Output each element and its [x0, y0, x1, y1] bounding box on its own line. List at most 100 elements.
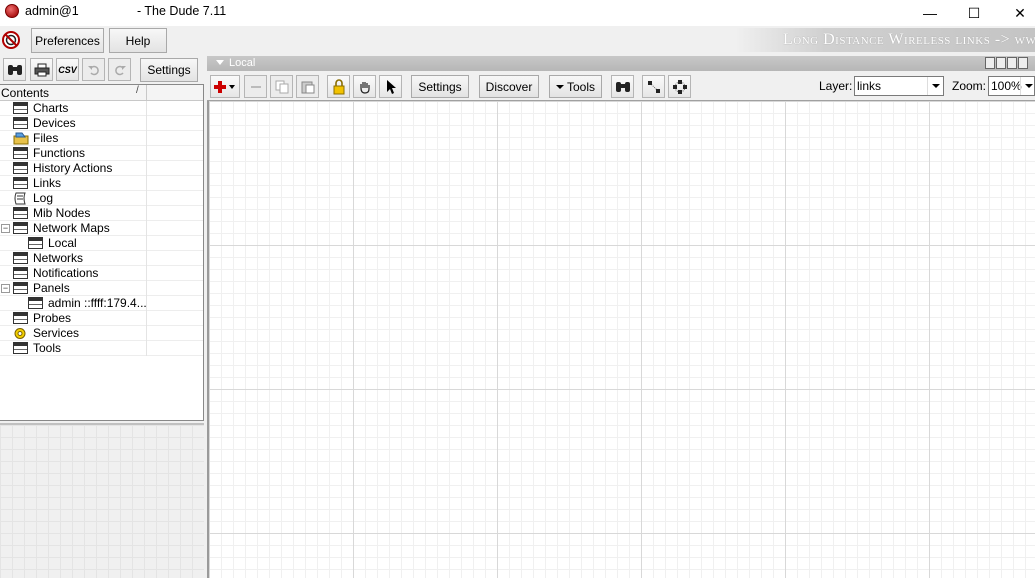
maximize-button[interactable]: ☐ — [951, 0, 997, 26]
contents-column-header[interactable]: Contents / — [0, 85, 203, 101]
log-icon — [13, 192, 28, 205]
layer-label: Layer: — [819, 79, 853, 93]
tree-item[interactable]: Local — [0, 236, 203, 251]
binoculars-icon — [615, 81, 630, 92]
layout-single-icon[interactable] — [985, 57, 995, 69]
select-button[interactable] — [379, 75, 402, 98]
title-bar: admin@1 - The Dude 7.11 — ☐ ✕ — [0, 0, 1035, 26]
column-divider[interactable] — [146, 85, 147, 101]
tree-item-label: Panels — [33, 281, 70, 295]
layout-split-vertical-icon[interactable] — [996, 57, 1006, 69]
tree-item[interactable]: Functions — [0, 146, 203, 161]
zoom-select-value: 100% — [991, 79, 1022, 93]
lock-icon — [333, 78, 344, 94]
collapse-toggle-icon[interactable]: − — [1, 284, 10, 293]
close-button[interactable]: ✕ — [997, 0, 1035, 26]
map-find-button[interactable] — [611, 75, 634, 98]
layer-select[interactable]: links — [854, 76, 944, 96]
app-logo-icon — [5, 4, 19, 18]
tree-item-label: Functions — [33, 146, 86, 160]
pan-button[interactable] — [353, 75, 376, 98]
auto-layout-button[interactable] — [668, 75, 691, 98]
banner-text: Long Distance Wireless links -> www — [783, 31, 1035, 48]
window-icon — [13, 342, 28, 354]
help-button[interactable]: Help — [109, 28, 167, 53]
tree-item[interactable]: Links — [0, 176, 203, 191]
tree-item-label: Network Maps — [33, 221, 110, 235]
tree-item[interactable]: Notifications — [0, 266, 203, 281]
tree-item[interactable]: History Actions — [0, 161, 203, 176]
minimize-icon: — — [923, 5, 937, 21]
redo-button[interactable] — [108, 58, 131, 81]
window-title-user: admin@1 — [25, 4, 79, 18]
maximize-icon: ☐ — [967, 4, 981, 21]
layer-select-value: links — [857, 79, 882, 93]
window-icon — [13, 117, 28, 129]
window-icon — [28, 297, 43, 309]
column-divider — [146, 311, 147, 326]
column-divider — [146, 281, 147, 296]
minimize-button[interactable]: — — [907, 0, 953, 26]
tree-item[interactable]: − Network Maps — [0, 221, 203, 236]
dropdown-arrow-icon — [555, 84, 564, 89]
tree-item[interactable]: Log — [0, 191, 203, 206]
print-button[interactable] — [30, 58, 53, 81]
tools-dropdown-button[interactable]: Tools — [549, 75, 602, 98]
collapse-arrow-icon[interactable] — [216, 60, 224, 65]
window-icon — [13, 162, 28, 174]
paste-icon — [301, 81, 314, 93]
files-icon — [13, 132, 29, 145]
find-button[interactable] — [3, 58, 26, 81]
lock-button[interactable] — [327, 75, 350, 98]
map-tab-header[interactable]: Local — [207, 56, 1035, 71]
tree-item[interactable]: admin ::ffff:179.4... — [0, 296, 203, 311]
disconnect-button[interactable] — [1, 30, 21, 50]
window-icon — [13, 102, 28, 114]
tree-item[interactable]: Services — [0, 326, 203, 341]
hand-icon — [359, 81, 370, 94]
minus-icon — [250, 85, 261, 88]
remove-button[interactable] — [244, 75, 267, 98]
column-divider — [146, 296, 147, 311]
discover-button[interactable]: Discover — [479, 75, 539, 98]
tree-item[interactable]: Networks — [0, 251, 203, 266]
undo-button[interactable] — [82, 58, 105, 81]
tree-item[interactable]: Charts — [0, 101, 203, 116]
sort-icon: / — [136, 85, 139, 96]
export-csv-button[interactable]: CSV — [56, 58, 79, 81]
tree-item[interactable]: Probes — [0, 311, 203, 326]
tree-item[interactable]: − Panels — [0, 281, 203, 296]
left-settings-button[interactable]: Settings — [140, 58, 198, 82]
tree-item[interactable]: Mib Nodes — [0, 206, 203, 221]
tree-item-label: Tools — [33, 341, 62, 355]
column-divider — [146, 341, 147, 356]
column-divider — [146, 191, 147, 206]
layout-split-horizontal-icon[interactable] — [1007, 57, 1017, 69]
left-lower-pane — [0, 423, 204, 578]
printer-icon — [34, 63, 49, 76]
network-map-canvas[interactable] — [207, 101, 1035, 578]
copy-icon — [275, 80, 288, 93]
preferences-button[interactable]: Preferences — [31, 28, 104, 53]
column-divider — [146, 251, 147, 266]
zoom-select[interactable]: 100% — [988, 76, 1035, 96]
paste-button[interactable] — [296, 75, 319, 98]
copy-button[interactable] — [270, 75, 293, 98]
column-divider — [146, 146, 147, 161]
arrange-button[interactable] — [642, 75, 665, 98]
contents-panel: Contents / Charts Devices Files Functions Hi… — [0, 84, 204, 421]
window-icon — [13, 282, 28, 294]
column-divider — [146, 206, 147, 221]
close-icon: ✕ — [1014, 4, 1026, 21]
map-settings-button[interactable]: Settings — [411, 75, 469, 98]
tree-item[interactable]: Tools — [0, 341, 203, 356]
ad-banner[interactable]: Long Distance Wireless links -> www — [735, 28, 1035, 52]
layer-dropdown-icon — [927, 77, 943, 95]
zoom-dropdown-icon — [1020, 77, 1035, 95]
tree-item[interactable]: Devices — [0, 116, 203, 131]
column-divider — [146, 101, 147, 116]
add-button[interactable] — [210, 75, 240, 98]
tree-item[interactable]: Files — [0, 131, 203, 146]
collapse-toggle-icon[interactable]: − — [1, 224, 10, 233]
layout-grid-icon[interactable] — [1018, 57, 1028, 69]
